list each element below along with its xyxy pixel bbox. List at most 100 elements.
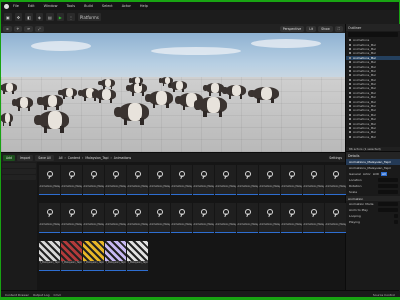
transform-scale-icon[interactable]: ⤢ <box>35 25 44 32</box>
asset-tile[interactable]: Animations_Malaysian_Tapir_Walk <box>281 165 302 195</box>
cmd-button[interactable]: Cmd <box>54 293 61 297</box>
details-tab-general[interactable]: General <box>349 172 361 176</box>
settings-button[interactable]: Settings <box>326 155 345 161</box>
menu-actor[interactable]: Actor <box>122 4 131 8</box>
asset-tile[interactable]: Animations_Malaysian_Tapir_Attack_RM <box>303 165 324 195</box>
platforms-button[interactable]: Platforms <box>77 13 101 21</box>
tapir-model[interactable] <box>1 113 13 126</box>
tapir-model[interactable] <box>92 89 116 103</box>
blueprint-icon[interactable]: ◈ <box>35 13 43 21</box>
asset-tile[interactable]: Animations_Malaysian_Tapir_Gallop_RM <box>61 203 82 233</box>
menu-select[interactable]: Select <box>102 4 113 8</box>
location-field[interactable] <box>378 178 398 182</box>
transform-move-icon[interactable]: ✛ <box>13 25 23 32</box>
asset-tile[interactable]: Animations_Malaysian_Tapir_Sit <box>281 203 302 233</box>
details-tab-actor[interactable]: Actor <box>363 172 371 176</box>
tapir-model[interactable] <box>1 83 17 95</box>
asset-tile[interactable]: T_Malaysian_Tapir_D <box>39 241 60 271</box>
asset-tile[interactable]: T_Malaysian_Tapir_Mask <box>127 241 148 271</box>
asset-tile[interactable]: Animations_Malaysian_Tapir_Get_Hit_RM <box>83 203 104 233</box>
playing-checkbox[interactable] <box>394 220 398 224</box>
asset-tile[interactable]: Animations_Malaysian_Tapir_Trot_RM <box>215 203 236 233</box>
asset-tile[interactable]: Animations_Malaysian_Tapir_Death <box>61 165 82 195</box>
asset-tile[interactable]: Animations_Malaysian_Tapir_Attack <box>39 165 60 195</box>
asset-tile[interactable]: Animations_Malaysian_Tapir_Sleep <box>237 165 258 195</box>
tapir-model[interactable] <box>248 87 279 104</box>
animation-mode-field[interactable] <box>378 202 398 206</box>
tapir-model[interactable] <box>144 91 173 109</box>
outliner-search-input[interactable] <box>348 32 398 37</box>
asset-tile[interactable]: Animations_Malaysian_Tapir_Jump_RM <box>127 203 148 233</box>
asset-tile[interactable]: T_Malaysian_Tapir_N <box>61 241 82 271</box>
tapir-model[interactable] <box>37 95 63 110</box>
unreal-logo-icon[interactable] <box>4 3 9 9</box>
asset-tile[interactable]: Animations_Malaysian_Tapir_Lie <box>193 165 214 195</box>
breadcrumb-content[interactable]: Content <box>68 156 80 160</box>
asset-tile[interactable]: Animations_Malaysian_Tapir_Gallop <box>105 165 126 195</box>
asset-tile[interactable]: Animations_Malaysian_Tapir_Idle_RM <box>105 203 126 233</box>
asset-tile[interactable]: Animations_Malaysian_Tapir_Trot <box>259 165 280 195</box>
asset-tile[interactable]: Animations_Malaysian_Tapir_Get_Hit <box>127 165 148 195</box>
asset-tile[interactable]: Animations_Malaysian_Tapir_Turn <box>325 203 346 233</box>
transform-rotate-icon[interactable]: ⟳ <box>24 25 34 32</box>
show-button[interactable]: Show <box>318 25 333 32</box>
favorites-row[interactable] <box>2 163 36 168</box>
asset-tile[interactable]: Animations_Malaysian_Tapir_Eat_RM <box>39 203 60 233</box>
outliner-tab[interactable]: Outliner <box>346 24 400 31</box>
tapir-model[interactable] <box>58 88 77 100</box>
asset-tile[interactable]: Animations_Malaysian_Tapir_Death_RM <box>325 165 346 195</box>
asset-tile[interactable]: Animations_Malaysian_Tapir_Walk_RM <box>237 203 258 233</box>
details-tab-lod[interactable]: LOD <box>373 172 379 176</box>
menu-build[interactable]: Build <box>84 4 93 8</box>
tapir-model[interactable] <box>202 83 224 96</box>
tapir-model[interactable] <box>125 83 147 96</box>
content-drawer-button[interactable]: Content Drawer <box>5 293 29 297</box>
asset-tile[interactable]: Animations_Malaysian_Tapir_Jump <box>171 165 192 195</box>
menu-help[interactable]: Help <box>140 4 148 8</box>
asset-tile[interactable]: Animations_Malaysian_Tapir_Swim <box>303 203 324 233</box>
tapir-model[interactable] <box>193 97 227 117</box>
mode-select-icon[interactable]: ✥ <box>14 13 23 21</box>
add-button[interactable]: Add <box>3 154 15 161</box>
asset-tile[interactable]: T_Malaysian_Tapir_M <box>105 241 126 271</box>
tapir-model[interactable] <box>113 103 149 126</box>
anim-to-play-field[interactable] <box>378 208 398 212</box>
source-control-button[interactable]: Source Control <box>373 293 395 297</box>
play-icon[interactable]: ▶ <box>56 13 64 21</box>
tapir-model[interactable] <box>33 111 69 134</box>
output-log-button[interactable]: Output Log <box>33 293 50 297</box>
save-icon[interactable]: ▣ <box>4 13 12 21</box>
maximize-viewport-icon[interactable]: ⛶ <box>334 25 343 32</box>
rotation-field[interactable] <box>378 184 398 188</box>
asset-tile[interactable]: Animations_Malaysian_Tapir_Sleep_RM <box>193 203 214 233</box>
project-row[interactable] <box>2 169 36 174</box>
content-icon[interactable]: ◧ <box>25 13 33 21</box>
asset-tile[interactable]: Animations_Malaysian_Tapir_Eat <box>83 165 104 195</box>
tapir-model[interactable] <box>222 85 246 99</box>
viewport-options-button[interactable]: ≡ <box>3 25 12 32</box>
breadcrumb-all[interactable]: All <box>59 156 63 160</box>
cinematics-icon[interactable]: ▤ <box>46 13 54 21</box>
scale-field[interactable] <box>378 190 398 194</box>
menu-window[interactable]: Window <box>44 4 58 8</box>
breadcrumb-animations[interactable]: Animations <box>114 156 131 160</box>
level-viewport[interactable] <box>1 33 345 152</box>
outliner-row[interactable]: Animations_Mal <box>346 135 400 139</box>
asset-tile[interactable]: T_Malaysian_Tapir_R <box>83 241 104 271</box>
tapir-model[interactable] <box>11 97 33 111</box>
play-options-icon[interactable]: ⋮ <box>66 13 75 21</box>
save-all-button[interactable]: Save All <box>35 154 54 161</box>
asset-tile[interactable]: Animations_Malaysian_Tapir_Lie_RM <box>149 203 170 233</box>
tapir-model[interactable] <box>98 79 115 89</box>
asset-tile[interactable]: Animations_Malaysian_Tapir_Idle <box>149 165 170 195</box>
looping-checkbox[interactable] <box>394 214 398 218</box>
asset-tile[interactable]: Animations_Malaysian_Tapir_Run_RM <box>171 203 192 233</box>
breadcrumb-folder[interactable]: Malaysian_Tapi <box>85 156 108 160</box>
asset-tile[interactable]: Animations_Malaysian_Tapir_Run <box>215 165 236 195</box>
menu-edit[interactable]: Edit <box>28 4 35 8</box>
details-tab-all[interactable]: All <box>380 172 387 176</box>
details-tab[interactable]: Details <box>346 152 400 159</box>
collections-row[interactable] <box>2 175 36 180</box>
import-button[interactable]: Import <box>17 154 34 161</box>
menu-tools[interactable]: Tools <box>66 4 75 8</box>
